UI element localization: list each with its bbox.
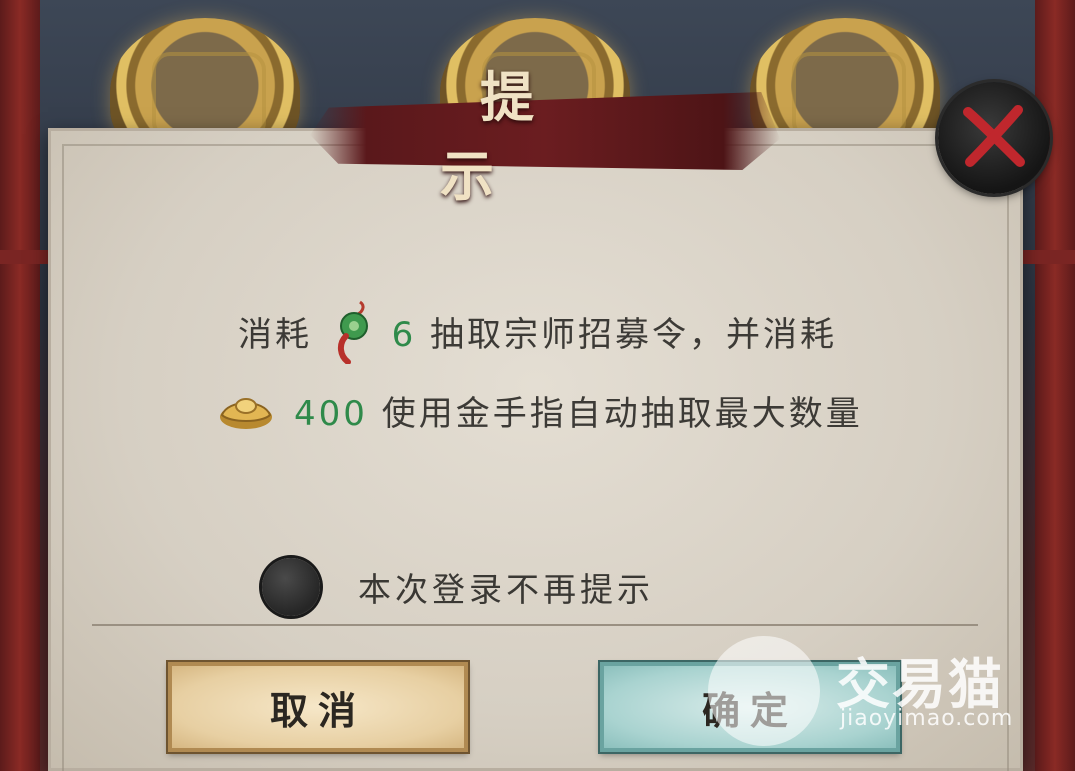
gold-ingot-icon — [218, 389, 274, 442]
cancel-label: 取消 — [269, 688, 366, 733]
token-amount: 6 — [391, 315, 417, 355]
confirm-button[interactable]: 确定 — [600, 662, 900, 752]
message-suffix-1: 抽取宗师招募令，并消耗 — [430, 315, 838, 355]
confirm-label: 确定 — [701, 688, 798, 733]
dont-remind-checkbox[interactable] — [262, 558, 320, 616]
dont-remind-row[interactable]: 本次登录不再提示 — [262, 556, 654, 618]
message-line-1: 消耗 6 抽取宗师招募令，并消耗 — [0, 300, 1075, 373]
jade-token-icon — [332, 300, 372, 373]
dialog-title: 提 示 — [440, 65, 574, 208]
dont-remind-label: 本次登录不再提示 — [358, 570, 654, 609]
message-suffix-2: 使用金手指自动抽取最大数量 — [381, 394, 863, 434]
message-prefix: 消耗 — [237, 315, 312, 355]
close-button[interactable] — [938, 82, 1050, 194]
close-x-icon — [963, 105, 1025, 167]
cancel-button[interactable]: 取消 — [168, 662, 468, 752]
divider — [92, 624, 978, 626]
gold-amount: 400 — [294, 394, 368, 434]
message-line-2: 400 使用金手指自动抽取最大数量 — [0, 386, 1075, 442]
